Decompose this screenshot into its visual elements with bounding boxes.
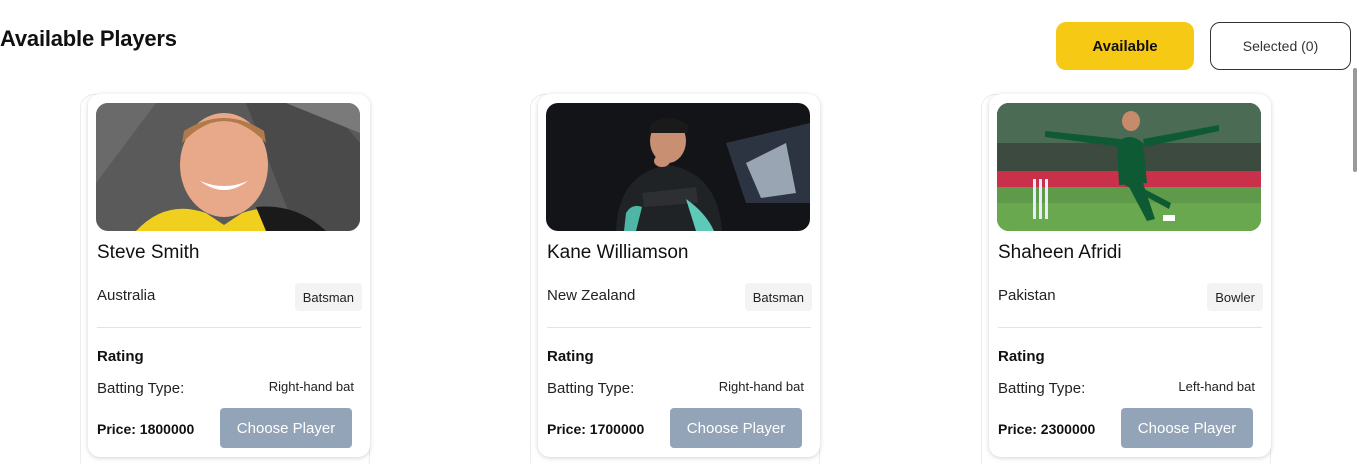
choose-player-button[interactable]: Choose Player xyxy=(670,408,802,448)
player-photo xyxy=(96,103,360,231)
player-price: Price: 1700000 xyxy=(547,421,645,437)
batting-type-value: Right-hand bat xyxy=(268,379,354,394)
player-country: New Zealand xyxy=(547,287,636,304)
player-card: Kane Williamson New Zealand Batsman Rati… xyxy=(538,94,820,457)
player-photo xyxy=(546,103,810,231)
batting-type-label: Batting Type: xyxy=(97,380,185,397)
page-title: Available Players xyxy=(0,26,177,51)
card-divider xyxy=(998,327,1262,328)
choose-player-button[interactable]: Choose Player xyxy=(1121,408,1253,448)
card-divider xyxy=(97,327,361,328)
batting-type-label: Batting Type: xyxy=(998,380,1086,397)
selected-toggle-button[interactable]: Selected (0) xyxy=(1210,22,1351,70)
page-scrollbar[interactable] xyxy=(1353,68,1357,172)
player-name: Shaheen Afridi xyxy=(998,242,1122,263)
role-badge: Bowler xyxy=(1207,283,1263,311)
role-badge: Batsman xyxy=(294,283,362,311)
rating-label: Rating xyxy=(547,348,594,365)
player-name: Kane Williamson xyxy=(547,242,689,263)
batting-type-value: Left-hand bat xyxy=(1178,379,1255,394)
player-card: Shaheen Afridi Pakistan Bowler Rating Ba… xyxy=(989,94,1271,457)
player-price: Price: 2300000 xyxy=(998,421,1096,437)
available-toggle-button[interactable]: Available xyxy=(1056,22,1194,70)
choose-player-button[interactable]: Choose Player xyxy=(220,408,352,448)
card-divider xyxy=(547,327,811,328)
player-card: Steve Smith Australia Batsman Rating Bat… xyxy=(88,94,370,457)
batting-type-label: Batting Type: xyxy=(547,380,635,397)
batting-type-value: Right-hand bat xyxy=(718,379,804,394)
player-name: Steve Smith xyxy=(97,242,200,263)
role-badge: Batsman xyxy=(744,283,812,311)
rating-label: Rating xyxy=(97,348,144,365)
rating-label: Rating xyxy=(998,348,1045,365)
player-price: Price: 1800000 xyxy=(97,421,195,437)
player-country: Australia xyxy=(97,287,156,304)
player-photo xyxy=(997,103,1261,231)
player-country: Pakistan xyxy=(998,287,1056,304)
